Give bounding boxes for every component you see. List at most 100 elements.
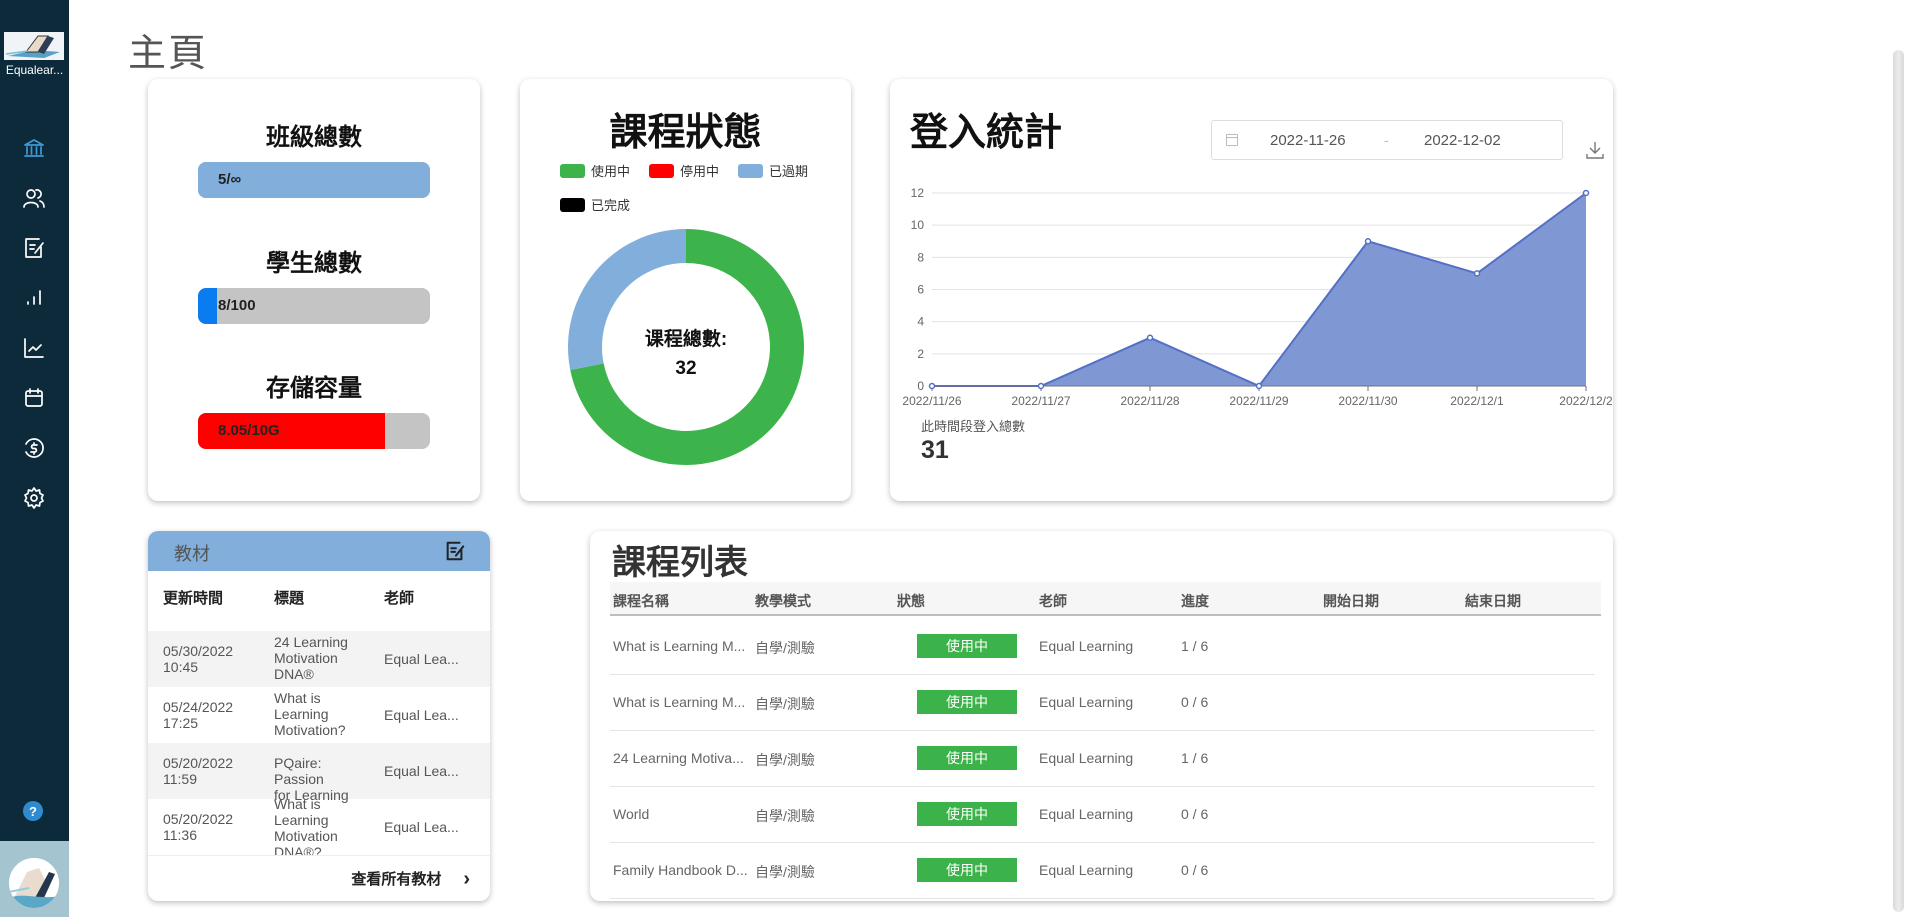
course-progress: 1 / 6 <box>1181 638 1209 654</box>
storage-value: 8.05/10G <box>218 422 280 439</box>
legend-item[interactable]: 使用中 <box>560 161 630 180</box>
course-row[interactable]: World 自學/測驗 Equal Learning 0 / 6 使用中 <box>610 787 1595 843</box>
y-tick-label: 10 <box>911 218 925 232</box>
col-status[interactable]: 狀態 <box>897 591 925 611</box>
legend-item[interactable]: 已過期 <box>738 161 808 180</box>
date-start[interactable]: 2022-11-26 <box>1270 132 1346 149</box>
row-title-line: Motivation? <box>274 722 346 738</box>
course-status-title: 課程狀態 <box>609 112 762 154</box>
course-progress: 0 / 6 <box>1181 806 1209 822</box>
data-point[interactable] <box>1037 382 1045 390</box>
col-end-date[interactable]: 結束日期 <box>1465 591 1521 611</box>
course-teacher: Equal Learning <box>1039 806 1134 822</box>
data-point[interactable] <box>928 382 936 390</box>
course-teacher: Equal Learning <box>1039 862 1134 878</box>
row-title-line: Motivation <box>274 650 338 666</box>
sidebar-item-settings[interactable] <box>20 484 48 512</box>
course-teacher: Equal Learning <box>1039 750 1134 766</box>
course-name[interactable]: 24 Learning Motiva... <box>613 750 744 766</box>
period-total-label: 此時間段登入總數 <box>921 419 1026 434</box>
students-progress-bar: 8/100 <box>198 288 430 324</box>
app-name: Equalear... <box>5 63 64 77</box>
login-area-chart: 0 2 4 6 8 10 12 2022/11/26 2022/11/27 2022/11/28 2… <box>902 186 1613 408</box>
sidebar-item-statistics[interactable] <box>20 283 48 311</box>
date-separator: - <box>1384 132 1389 148</box>
sidebar-item-home[interactable] <box>20 134 48 162</box>
gear-icon <box>24 487 44 509</box>
row-date: 05/20/2022 <box>163 755 234 771</box>
row-date: 05/20/2022 <box>163 811 234 827</box>
course-row[interactable]: 24 Learning Motiva... 自學/測驗 Equal Learning… <box>610 731 1595 787</box>
materials-row[interactable]: 05/20/2022 11:59 PQaire: Passion for Learn… <box>148 743 490 803</box>
row-title-line: What is <box>274 690 321 706</box>
x-tick-label: 2022/11/26 <box>902 394 961 408</box>
course-name[interactable]: What is Learning M... <box>613 638 745 654</box>
sidebar-item-calendar[interactable] <box>20 384 48 412</box>
students-value: 8/100 <box>218 297 256 314</box>
materials-row[interactable]: 05/20/2022 11:36 What is Learning Motivatio… <box>148 799 490 855</box>
users-icon <box>23 189 45 208</box>
legend-swatch <box>560 197 585 212</box>
materials-row[interactable]: 05/30/2022 10:45 24 Learning Motivation DNA… <box>148 631 490 687</box>
date-end[interactable]: 2022-12-02 <box>1424 132 1501 149</box>
row-time: 11:59 <box>163 771 197 787</box>
total-courses-value: 32 <box>675 358 697 379</box>
page-title: 主頁 <box>128 33 209 75</box>
col-progress[interactable]: 進度 <box>1181 591 1209 611</box>
row-time: 11:36 <box>163 827 197 843</box>
course-name[interactable]: What is Learning M... <box>613 694 745 710</box>
col-teaching-mode[interactable]: 教學模式 <box>755 591 811 611</box>
course-teacher: Equal Learning <box>1039 694 1134 710</box>
col-teacher[interactable]: 老師 <box>1039 591 1067 611</box>
students-progress-fill <box>198 288 217 324</box>
data-point[interactable] <box>1582 189 1590 197</box>
status-badge: 使用中 <box>917 746 1017 770</box>
materials-row[interactable]: 05/24/2022 17:25 What is Learning Motivatio… <box>148 687 490 743</box>
row-date: 05/24/2022 <box>163 699 234 715</box>
course-row[interactable]: Family Handbook D... 自學/測驗 Equal Learning 0… <box>610 843 1595 899</box>
course-progress: 0 / 6 <box>1181 862 1209 878</box>
sidebar-item-billing[interactable] <box>20 434 48 462</box>
sidebar-item-assignments[interactable] <box>20 234 48 262</box>
edit-materials-icon[interactable] <box>444 540 466 562</box>
download-icon[interactable] <box>1584 139 1606 161</box>
course-progress: 1 / 6 <box>1181 750 1209 766</box>
row-time: 17:25 <box>163 715 199 731</box>
x-tick-label: 2022/11/29 <box>1229 394 1288 408</box>
help-icon[interactable]: ? <box>23 801 43 821</box>
data-point[interactable] <box>1255 382 1263 390</box>
y-tick-label: 2 <box>917 347 924 361</box>
row-title-line: Learning <box>274 706 329 722</box>
course-table-header: 課程名稱 教學模式 狀態 老師 進度 開始日期 結束日期 <box>610 582 1601 616</box>
course-status-card: 課程狀態 使用中 停用中 已過期 已完成 课程總數: 32 <box>520 79 851 501</box>
materials-card: 教材 更新時間 標題 老師 05/30/2022 10:45 24 Learnin… <box>148 531 490 901</box>
course-mode: 自學/測驗 <box>755 864 815 880</box>
course-name[interactable]: World <box>613 806 649 822</box>
data-point[interactable] <box>1364 238 1372 245</box>
row-title-line: Motivation <box>274 828 338 844</box>
course-row[interactable]: What is Learning M... 自學/測驗 Equal Learning… <box>610 675 1595 731</box>
legend-swatch <box>560 163 585 178</box>
view-all-label: 查看所有教材 <box>351 871 442 888</box>
data-point[interactable] <box>1146 334 1154 341</box>
app-logo[interactable] <box>4 32 64 60</box>
x-tick-label: 2022/12/1 <box>1450 394 1504 408</box>
calendar-icon <box>1226 134 1238 146</box>
materials-footer: 查看所有教材 › <box>148 855 490 901</box>
materials-header: 教材 <box>148 531 490 571</box>
y-tick-label: 4 <box>917 315 924 329</box>
legend-item[interactable]: 停用中 <box>649 161 719 180</box>
view-all-materials-link[interactable]: 查看所有教材 › <box>351 868 470 889</box>
course-row[interactable]: What is Learning M... 自學/測驗 Equal Learning… <box>610 619 1595 675</box>
sidebar-item-analytics[interactable] <box>20 334 48 362</box>
col-start-date[interactable]: 開始日期 <box>1323 591 1379 611</box>
page-scrollbar[interactable] <box>1893 50 1904 912</box>
col-course-name[interactable]: 課程名稱 <box>613 591 669 611</box>
avatar[interactable] <box>9 858 59 908</box>
date-range-picker[interactable]: 2022-11-26 - 2022-12-02 <box>1211 120 1563 160</box>
sidebar-item-users[interactable] <box>20 184 48 212</box>
login-stats-card: 登入統計 2022-11-26 - 2022-12-02 0 2 4 6 8 10 12 20… <box>890 79 1613 501</box>
course-name[interactable]: Family Handbook D... <box>613 862 748 878</box>
data-point[interactable] <box>1473 270 1481 277</box>
legend-item[interactable]: 已完成 <box>560 195 630 214</box>
